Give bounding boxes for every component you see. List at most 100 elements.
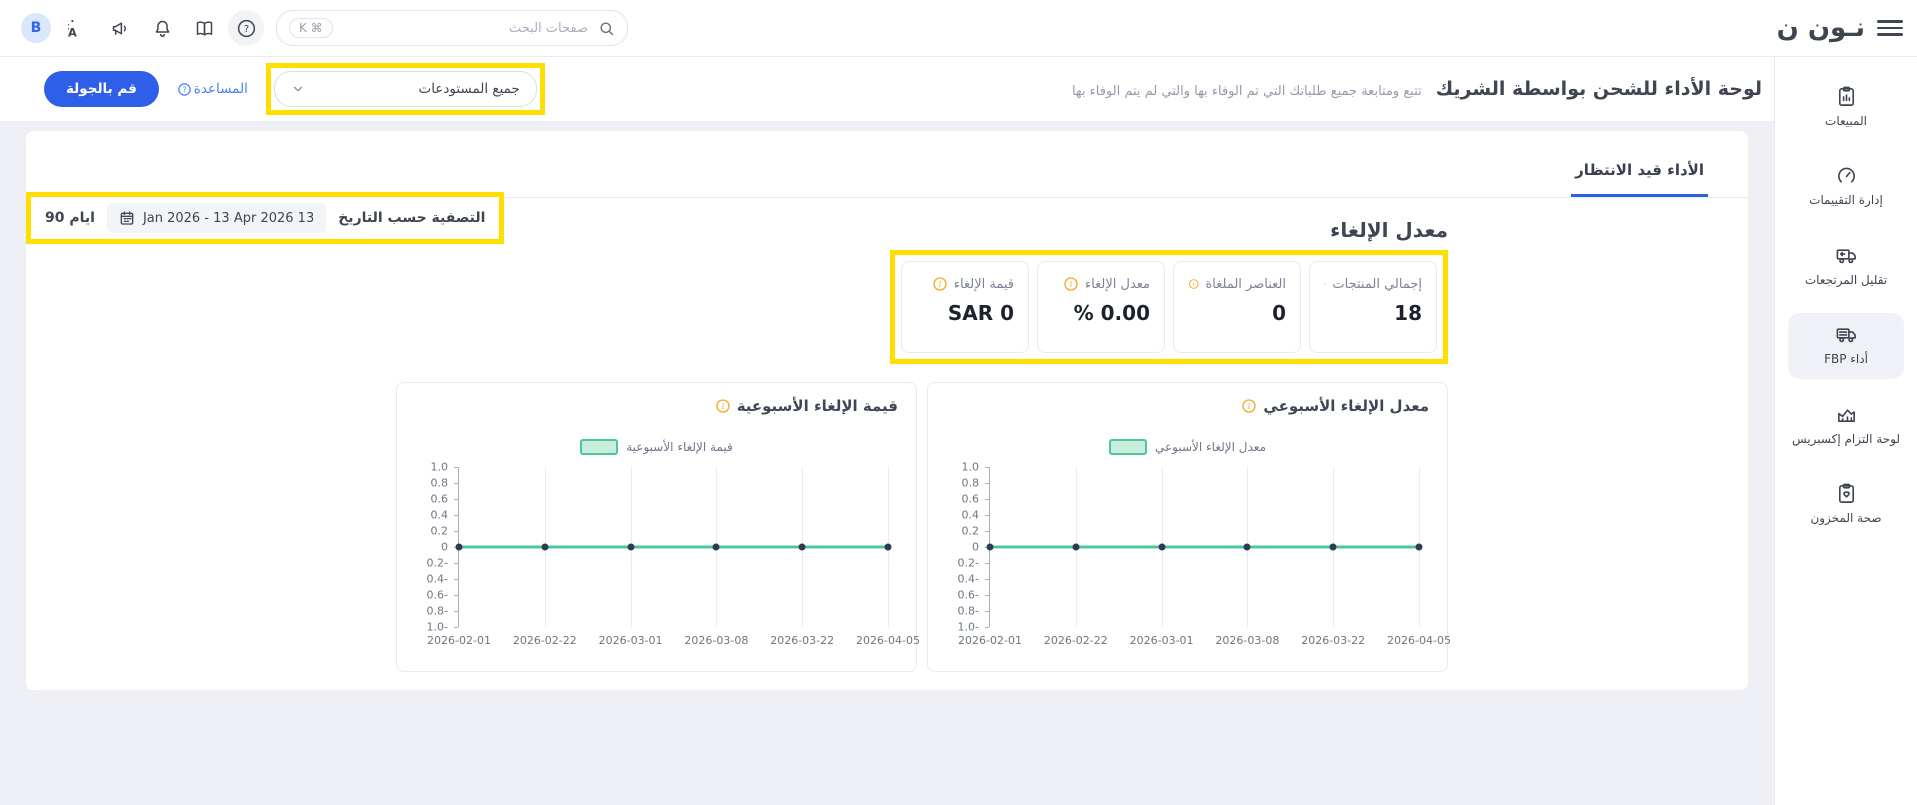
app-window: ن نـون K ⌘ ? xA B ال [0, 0, 1917, 805]
calendar-icon [119, 210, 135, 226]
page-header: لوحة الأداء للشحن بواسطة الشريك تتبع ومت… [0, 57, 1774, 122]
warehouse-dropdown-value: جميع المستودعات [418, 81, 519, 97]
stat-card-cancellation-rate: معدل الإلغاء i % 0.00 [1037, 261, 1165, 353]
legend-swatch [580, 439, 618, 455]
stat-label: العناصر الملغاة [1205, 277, 1286, 292]
info-icon[interactable]: i [715, 398, 731, 414]
topbar: ن نـون K ⌘ ? xA B [0, 0, 1917, 57]
svg-text:i: i [721, 402, 724, 411]
info-icon[interactable]: i [932, 276, 948, 292]
help-icon-button[interactable]: ? [228, 10, 264, 46]
stat-card-cancelled-items: العناصر الملغاة i 0 [1173, 261, 1301, 353]
chart-plot: 2026-02-012026-02-222026-03-012026-03-08… [459, 467, 888, 627]
noon-logo-word: نـون [1808, 13, 1865, 43]
info-icon[interactable]: i [1324, 276, 1326, 292]
search-shortcut-badge: K ⌘ [289, 18, 333, 38]
sidebar-item-label: لوحة التزام إكسبريس [1792, 431, 1900, 448]
sidebar-item-label: أداء FBP [1824, 351, 1868, 368]
date-range-value: 13 Jan 2026 - 13 Apr 2026 [143, 211, 314, 226]
sidebar: المبيعات إدارة التقييمات تقليل المرتجعات… [1774, 57, 1917, 805]
chevron-down-icon [291, 82, 305, 96]
sidebar-item-express-commitment[interactable]: لوحة التزام إكسبريس [1788, 393, 1904, 458]
svg-text:i: i [939, 280, 942, 289]
truck-icon [1835, 323, 1858, 346]
performance-panel: الأداء قيد الانتظار معدل الإلغاء التصفية… [25, 130, 1749, 691]
take-tour-button[interactable]: قم بالجولة [44, 71, 159, 107]
book-icon [194, 18, 215, 39]
stat-label: معدل الإلغاء [1085, 277, 1150, 292]
tour-highlight-dropdown: جميع المستودعات [266, 63, 545, 115]
question-circle-icon: ? [177, 82, 192, 97]
svg-text:i: i [1193, 282, 1195, 288]
days-count-badge: 90 ايام [45, 210, 95, 226]
svg-text:A: A [68, 25, 77, 39]
truck-return-icon [1835, 244, 1858, 267]
help-link[interactable]: المساعدة ? [177, 81, 248, 97]
gauge-icon [1835, 164, 1858, 187]
chart-legend: قيمة الإلغاء الأسبوعية [415, 439, 898, 455]
stat-label: قيمة الإلغاء [954, 277, 1014, 292]
sidebar-item-returns[interactable]: تقليل المرتجعات [1788, 234, 1904, 299]
sidebar-item-sales[interactable]: المبيعات [1788, 75, 1904, 140]
stat-value: 0 [1188, 301, 1286, 325]
noon-logo-mark: ن [1777, 13, 1799, 43]
stat-card-cancellation-value: قيمة الإلغاء i SAR 0 [901, 261, 1029, 353]
tour-highlight-date-filter: التصفية حسب التاريخ 13 Jan 2026 - 13 Apr… [26, 192, 504, 244]
user-avatar[interactable]: B [21, 13, 51, 43]
search-icon [598, 20, 615, 37]
bell-icon [152, 18, 173, 39]
svg-text:?: ? [243, 24, 248, 35]
notifications-icon-button[interactable] [144, 10, 180, 46]
warehouse-dropdown[interactable]: جميع المستودعات [274, 71, 537, 107]
clipboard-heart-icon [1835, 482, 1858, 505]
charts-row: معدل الإلغاء الأسبوعي i معدل الإلغاء الأ… [26, 364, 1748, 690]
title-group: لوحة الأداء للشحن بواسطة الشريك تتبع ومت… [1072, 78, 1762, 100]
sidebar-item-inventory-health[interactable]: صحة المخزون [1788, 472, 1904, 537]
sidebar-item-label: المبيعات [1825, 113, 1867, 130]
chart-weekly-cancellation-value: قيمة الإلغاء الأسبوعية i قيمة الإلغاء ال… [396, 382, 917, 672]
svg-text:?: ? [182, 85, 186, 94]
chart-yaxis: 1.00.80.60.40.20-0.2-0.4-0.6-0.8-1.0 [946, 467, 990, 627]
tab-row: الأداء قيد الانتظار [26, 131, 1748, 198]
chart-yaxis: 1.00.80.60.40.20-0.2-0.4-0.6-0.8-1.0 [415, 467, 459, 627]
info-icon[interactable]: i [1188, 276, 1199, 292]
info-icon[interactable]: i [1241, 398, 1257, 414]
sidebar-item-label: تقليل المرتجعات [1805, 272, 1887, 289]
announcements-icon-button[interactable] [102, 10, 138, 46]
page-title: لوحة الأداء للشحن بواسطة الشريك [1436, 78, 1762, 100]
chart-title: معدل الإلغاء الأسبوعي [1263, 397, 1429, 415]
sidebar-item-label: صحة المخزون [1810, 510, 1881, 527]
stat-label: إجمالي المنتجات [1332, 277, 1422, 292]
help-link-label: المساعدة [194, 81, 248, 97]
chart-body: 1.00.80.60.40.20-0.2-0.4-0.6-0.8-1.0 202… [415, 467, 898, 659]
info-icon[interactable]: i [1063, 276, 1079, 292]
chart-legend-label: معدل الإلغاء الأسبوعي [1155, 440, 1266, 454]
language-icon-button[interactable]: xA [60, 10, 96, 46]
svg-text:i: i [1248, 402, 1251, 411]
sidebar-item-reviews[interactable]: إدارة التقييمات [1788, 154, 1904, 219]
chart-plot: 2026-02-012026-02-222026-03-012026-03-08… [990, 467, 1419, 627]
docs-icon-button[interactable] [186, 10, 222, 46]
clipboard-chart-icon [1835, 85, 1858, 108]
chart-weekly-cancellation-rate: معدل الإلغاء الأسبوعي i معدل الإلغاء الأ… [927, 382, 1448, 672]
main-column: لوحة الأداء للشحن بواسطة الشريك تتبع ومت… [0, 57, 1774, 805]
chart-title: قيمة الإلغاء الأسبوعية [737, 397, 898, 415]
svg-text:i: i [1070, 280, 1073, 289]
cancellation-section: معدل الإلغاء التصفية حسب التاريخ 13 Jan … [26, 198, 1748, 242]
sidebar-item-fbp-performance[interactable]: أداء FBP [1788, 313, 1904, 378]
stat-value: % 0.00 [1052, 301, 1150, 325]
sidebar-item-label: إدارة التقييمات [1809, 192, 1883, 209]
stat-card-total-products: إجمالي المنتجات i 18 [1309, 261, 1437, 353]
legend-swatch [1109, 439, 1147, 455]
chart-body: 1.00.80.60.40.20-0.2-0.4-0.6-0.8-1.0 202… [946, 467, 1429, 659]
stats-row: إجمالي المنتجات i 18 العناصر الملغاة i 0 [26, 242, 1748, 364]
translate-icon: xA [68, 18, 89, 39]
svg-text:i: i [1325, 283, 1326, 285]
stat-value: SAR 0 [916, 301, 1014, 325]
hamburger-menu-icon[interactable] [1877, 17, 1903, 39]
search-bar[interactable]: K ⌘ [276, 10, 628, 46]
date-range-button[interactable]: 13 Jan 2026 - 13 Apr 2026 [107, 203, 326, 233]
search-input[interactable] [341, 20, 590, 37]
area-chart-icon [1835, 403, 1858, 426]
tab-pending-performance[interactable]: الأداء قيد الانتظار [1571, 161, 1708, 197]
